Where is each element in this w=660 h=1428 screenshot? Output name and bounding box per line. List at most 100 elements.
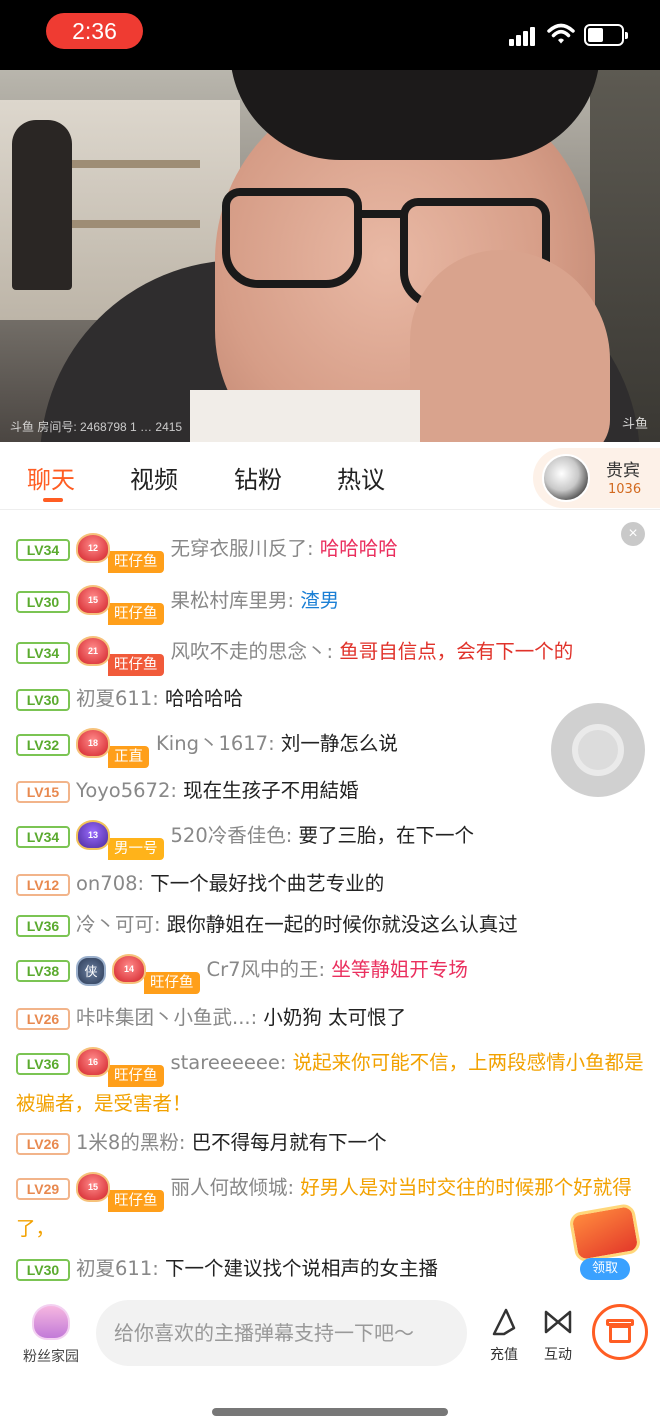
chat-text: 现在生孩子不用結婚 <box>183 779 359 802</box>
fan-crest-icon: 15 <box>76 1171 110 1202</box>
chat-text: 跟你静姐在一起的时候你就没这么认真过 <box>166 913 518 936</box>
fan-home-label: 粉丝家园 <box>23 1349 79 1365</box>
fan-home-icon <box>32 1304 70 1340</box>
home-indicator[interactable] <box>212 1408 448 1416</box>
fan-badge: 13 男一号 <box>76 819 164 860</box>
chat-text: 鱼哥自信点，会有下一个的 <box>339 640 574 663</box>
interact-icon <box>544 1310 572 1334</box>
noble-rank-icon: 侠 <box>76 955 106 986</box>
chat-text: 要了三胎，在下一个 <box>298 824 475 847</box>
chat-username[interactable]: 冷丶可可 <box>76 913 154 936</box>
fan-home-button[interactable]: 粉丝家园 <box>20 1300 82 1370</box>
recharge-icon <box>492 1308 516 1336</box>
fan-crest-icon: 21 <box>76 635 110 666</box>
claim-button[interactable]: 领取 <box>580 1258 630 1280</box>
chat-message: LV15 Yoyo5672: 现在生孩子不用結婚 <box>16 770 644 811</box>
chat-username[interactable]: 520冷香佳色 <box>171 824 286 847</box>
user-level-badge: LV29 <box>16 1177 70 1200</box>
chat-text: 小奶狗 太可恨了 <box>263 1006 407 1029</box>
chat-username[interactable]: on708 <box>76 872 138 895</box>
user-level-badge: LV30 <box>16 1258 70 1281</box>
active-tab-indicator <box>43 498 63 502</box>
live-room-screen: 2:36 斗鱼 房间号: 2468798 1 … 2415 斗鱼 聊天 视频 钻… <box>0 0 660 1428</box>
chat-message: LV30 初夏611: 下一个建议找个说相声的女主播 <box>16 1248 644 1289</box>
chat-text: 哈哈哈哈 <box>165 687 244 710</box>
user-level-badge: LV32 <box>16 733 70 756</box>
live-video[interactable]: 斗鱼 房间号: 2468798 1 … 2415 斗鱼 <box>0 70 660 442</box>
chat-text: 哈哈哈哈 <box>319 537 398 560</box>
chat-username[interactable]: 丽人何故倾城 <box>171 1176 288 1199</box>
chat-message: LV29 15 旺仔鱼丽人何故倾城: 好男人是对当时交往的时候那个好就得了， <box>16 1167 644 1249</box>
fan-badge: 14 旺仔鱼 <box>112 953 200 994</box>
chat-username[interactable]: stareeeeee <box>171 1051 280 1074</box>
recharge-label: 充值 <box>490 1347 518 1363</box>
chat-username[interactable]: Cr7风中的王 <box>207 958 319 981</box>
tab-diamond-fans[interactable]: 钻粉 <box>234 460 282 495</box>
user-level-badge: LV30 <box>16 688 70 711</box>
user-level-badge: LV34 <box>16 825 70 848</box>
gift-button[interactable] <box>592 1304 648 1360</box>
fan-badge: 12 旺仔鱼 <box>76 532 164 573</box>
chat-text: 坐等静姐开专场 <box>331 958 468 981</box>
fan-badge: 15 旺仔鱼 <box>76 1171 164 1212</box>
tab-video[interactable]: 视频 <box>130 460 178 495</box>
fan-crest-icon: 12 <box>76 532 110 563</box>
danmaku-input[interactable]: 给你喜欢的主播弹幕支持一下吧～ <box>96 1300 467 1366</box>
chat-username[interactable]: 咔咔集团丶小鱼武... <box>76 1006 251 1029</box>
red-packet-icon <box>568 1202 642 1264</box>
chat-list[interactable]: LV34 12 旺仔鱼无穿衣服川反了: 哈哈哈哈 LV30 15 旺仔鱼果松村库里男: … <box>0 510 660 1290</box>
user-level-badge: LV26 <box>16 1007 70 1030</box>
chat-message: LV12 on708: 下一个最好找个曲艺专业的 <box>16 863 644 904</box>
user-level-badge: LV34 <box>16 538 70 561</box>
chat-username[interactable]: 风吹不走的思念丶 <box>171 640 327 663</box>
tab-hot-discussion[interactable]: 热议 <box>337 460 385 495</box>
chat-username[interactable]: 初夏611 <box>76 1257 152 1280</box>
user-level-badge: LV30 <box>16 590 70 613</box>
chat-message: LV34 21 旺仔鱼风吹不走的思念丶: 鱼哥自信点，会有下一个的 <box>16 631 644 676</box>
chat-username[interactable]: 无穿衣服川反了 <box>171 537 308 560</box>
chat-message: LV26 咔咔集团丶小鱼武...: 小奶狗 太可恨了 <box>16 997 644 1038</box>
chat-message: LV36 冷丶可可: 跟你静姐在一起的时候你就没这么认真过 <box>16 904 644 945</box>
chat-message: LV26 1米8的黑粉: 巴不得每月就有下一个 <box>16 1122 644 1163</box>
chat-message: LV34 12 旺仔鱼无穿衣服川反了: 哈哈哈哈 <box>16 528 644 573</box>
chat-text: 刘一静怎么说 <box>280 732 398 755</box>
chat-text: 巴不得每月就有下一个 <box>191 1131 387 1154</box>
vip-title: 贵宾 <box>606 461 640 481</box>
chat-message: LV30 15 旺仔鱼果松村库里男: 渣男 <box>16 580 644 625</box>
status-time: 2:36 <box>46 13 143 49</box>
chat-text: 下一个最好找个曲艺专业的 <box>150 872 385 895</box>
assistive-touch-button[interactable] <box>551 703 645 797</box>
recharge-button[interactable]: 充值 <box>484 1306 524 1364</box>
cellular-signal-icon <box>509 26 537 46</box>
chat-message: LV36 16 旺仔鱼stareeeeee: 说起来你可能不信，上两段感情小鱼都是被… <box>16 1042 644 1124</box>
chat-username[interactable]: 初夏611 <box>76 687 152 710</box>
status-bar: 2:36 <box>0 0 660 70</box>
chat-message: LV34 13 男一号520冷香佳色: 要了三胎，在下一个 <box>16 815 644 860</box>
vip-avatar <box>542 454 590 502</box>
vip-count: 1036 <box>608 482 642 497</box>
chat-username[interactable]: King丶1617 <box>156 732 268 755</box>
wifi-icon <box>547 23 575 44</box>
fan-crest-icon: 13 <box>76 819 110 850</box>
chat-username[interactable]: 1米8的黑粉 <box>76 1131 179 1154</box>
room-watermark: 斗鱼 房间号: 2468798 1 … 2415 <box>10 420 183 434</box>
red-packet-widget[interactable]: 领取 <box>566 1202 642 1280</box>
fan-badge: 21 旺仔鱼 <box>76 635 164 676</box>
fan-badge: 15 旺仔鱼 <box>76 584 164 625</box>
user-level-badge: LV38 <box>16 959 70 982</box>
chat-message: LV30 初夏611: 哈哈哈哈 <box>16 678 644 719</box>
chat-message: LV32 18 正直King丶1617: 刘一静怎么说 <box>16 723 644 768</box>
tab-chat[interactable]: 聊天 <box>27 460 75 495</box>
interact-button[interactable]: 互动 <box>538 1306 578 1364</box>
chat-text: 渣男 <box>300 589 340 612</box>
chat-message: LV38 侠 14 旺仔鱼Cr7风中的王: 坐等静姐开专场 <box>16 949 644 994</box>
fan-crest-icon: 15 <box>76 584 110 615</box>
vip-guest-button[interactable]: 贵宾 1036 <box>533 448 660 508</box>
close-icon[interactable]: × <box>621 522 645 546</box>
fan-crest-icon: 16 <box>76 1046 110 1077</box>
user-level-badge: LV36 <box>16 1052 70 1075</box>
douyu-watermark: 斗鱼 <box>622 417 649 432</box>
chat-username[interactable]: 果松村库里男 <box>171 589 288 612</box>
chat-username[interactable]: Yoyo5672 <box>76 779 170 802</box>
interact-label: 互动 <box>544 1347 572 1363</box>
